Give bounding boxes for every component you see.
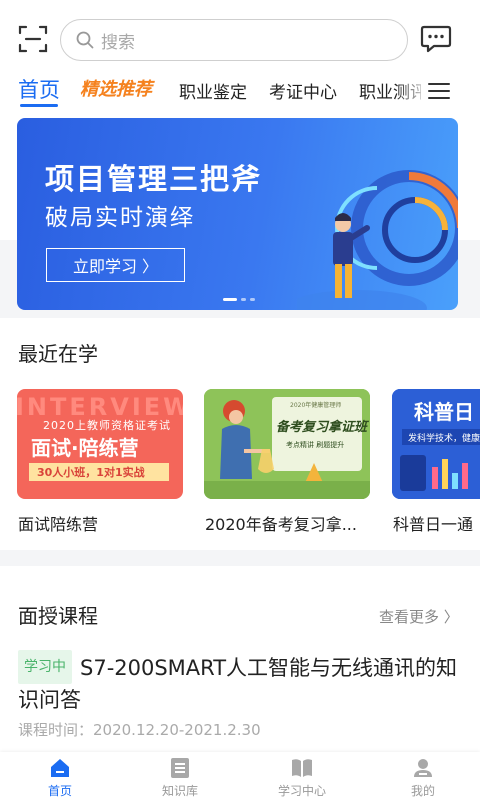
card-tag-text: 发科学技术，健康科 [408, 432, 480, 444]
app-screen: 搜索 首页 精选推荐 职业鉴定 考证中心 职业测评 项目管理三把斧 破局实时演绎… [0, 0, 480, 800]
nav-item-home[interactable]: 首页 [20, 756, 100, 799]
banner-subtitle: 破局实时演绎 [45, 205, 195, 231]
card-top-text: 2020年健康管理师 [290, 401, 341, 409]
recent-card-label[interactable]: 2020年备考复习拿... [205, 511, 357, 535]
tab-home[interactable]: 首页 [18, 74, 60, 107]
category-tabs: 首页 精选推荐 职业鉴定 考证中心 职业测评 [0, 74, 480, 114]
studying-badge: 学习中 [18, 650, 72, 684]
tab-certificate-center[interactable]: 考证中心 [269, 78, 337, 103]
exam-prep-card-image: 2020年健康管理师 备考复习拿证班 考点精讲 刷题提升 [204, 389, 370, 499]
learn-now-button[interactable]: 立即学习 〉 [46, 248, 185, 282]
banner-title: 项目管理三把斧 [45, 162, 263, 196]
carousel-dot [241, 298, 246, 301]
recent-card-exam-prep[interactable]: 2020年健康管理师 备考复习拿证班 考点精讲 刷题提升 [204, 389, 370, 499]
recent-card-science[interactable]: 科普日 发科学技术，健康科 [392, 389, 480, 499]
menu-icon[interactable] [428, 82, 450, 100]
view-more-link[interactable]: 查看更多 〉 [379, 606, 459, 627]
course-title: S7-200SMART人工智能与无线通讯的知识问答 [18, 656, 458, 712]
tab-featured[interactable]: 精选推荐 [80, 75, 152, 101]
recent-card-interview[interactable]: INTERVIEW 2020上教师资格证考试 面试·陪练营 30人小班，1对1实… [17, 389, 183, 499]
card-top-text: 2020上教师资格证考试 [43, 418, 171, 432]
tab-vocational-appraisal[interactable]: 职业鉴定 [179, 78, 247, 103]
scan-icon[interactable] [18, 24, 48, 54]
course-time: 课程时间：2020.12.20-2021.2.30 [18, 721, 261, 739]
carousel-dot-active [223, 298, 237, 301]
nav-label-home: 首页 [47, 784, 72, 798]
banner-illustration [297, 170, 458, 310]
search-input[interactable]: 搜索 [60, 19, 408, 61]
promo-banner[interactable]: 项目管理三把斧 破局实时演绎 立即学习 〉 [17, 118, 458, 310]
card-bg-text: INTERVIEW [17, 393, 183, 421]
face-to-face-course-title: 面授课程 [18, 604, 98, 628]
card-tag-text: 30人小班，1对1实战 [37, 465, 145, 479]
home-icon [51, 759, 69, 777]
nav-label-profile: 我的 [410, 784, 435, 798]
recent-learning-title: 最近在学 [18, 342, 98, 366]
recent-card-label[interactable]: 科普日一通 [393, 511, 473, 535]
search-icon [76, 31, 94, 49]
carousel-indicator [223, 298, 255, 301]
interview-card-image: INTERVIEW 2020上教师资格证考试 面试·陪练营 30人小班，1对1实… [17, 393, 183, 481]
carousel-dot [250, 298, 255, 301]
card-sub-text: 考点精讲 刷题提升 [286, 440, 344, 449]
recent-card-label[interactable]: 面试陪练营 [18, 511, 98, 535]
message-icon[interactable] [420, 24, 452, 54]
search-placeholder: 搜索 [101, 32, 135, 53]
bottom-nav: 首页 知识库 学习中心 我的 [0, 752, 480, 800]
user-icon [414, 759, 432, 777]
science-card-image: 科普日 发科学技术，健康科 [392, 389, 480, 499]
nav-item-knowledge[interactable]: 知识库 [140, 756, 220, 799]
nav-item-learning-center[interactable]: 学习中心 [262, 756, 342, 799]
tabs-fade [396, 74, 430, 110]
tab-home-label: 首页 [18, 78, 60, 102]
book-icon [292, 759, 312, 777]
active-tab-indicator [20, 104, 58, 107]
card-main-text: 面试·陪练营 [31, 436, 139, 460]
document-icon [171, 758, 189, 778]
card-main-text: 科普日 [414, 400, 474, 424]
nav-label-knowledge: 知识库 [161, 784, 198, 798]
nav-label-learning-center: 学习中心 [277, 784, 326, 798]
card-main-text: 备考复习拿证班 [276, 419, 370, 435]
nav-item-profile[interactable]: 我的 [383, 756, 463, 799]
course-item[interactable]: 学习中 S7-200SMART人工智能与无线通讯的知识问答 [18, 650, 468, 716]
